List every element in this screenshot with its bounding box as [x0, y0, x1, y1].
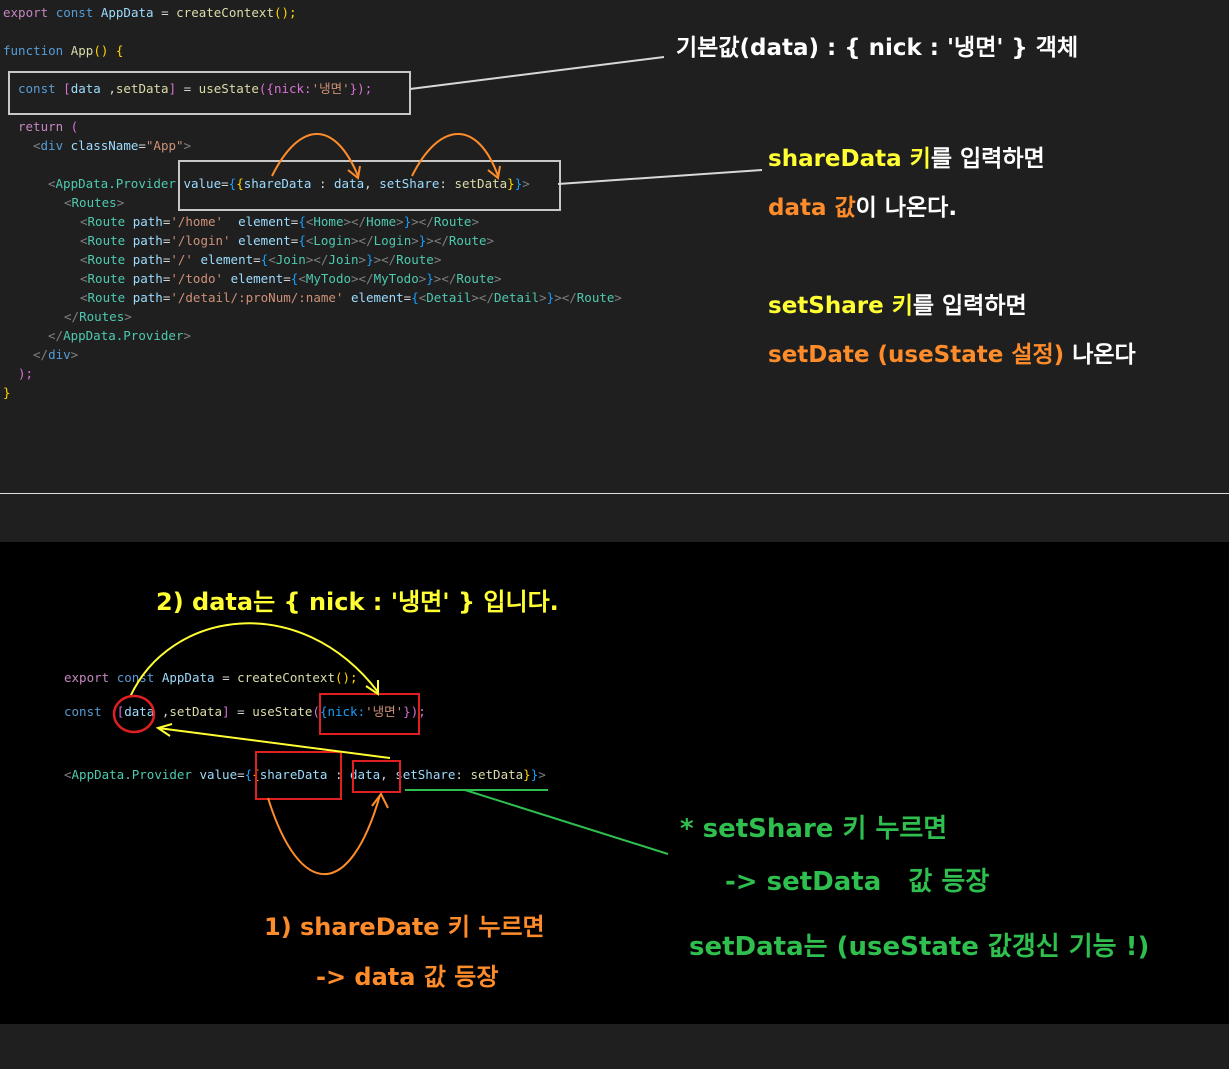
tag-div-close: div	[48, 347, 71, 362]
keyword-export: export	[3, 5, 49, 20]
route-line: <Route path='/login' element={<Login></L…	[80, 233, 495, 248]
usestate-highlight-box	[8, 71, 411, 115]
var-data: data	[124, 704, 155, 719]
annotation-sharedata-line1: shareData 키를 입력하면	[768, 139, 1045, 173]
annotation-step2: 2) data는 { nick : '냉면' } 입니다.	[156, 588, 559, 616]
route-path: '/login'	[170, 233, 231, 248]
code-line-export: export const AppData = createContext();	[3, 3, 297, 22]
code-line-close-brace: }	[3, 385, 11, 400]
function-usestate: useState	[252, 704, 313, 719]
annotation-setshare-line2: setDate (useState 설정) 나온다	[768, 335, 1136, 369]
annotation-setshare-line1: setShare 키를 입력하면	[768, 286, 1027, 320]
data-highlight-box	[352, 760, 401, 793]
route-component-close: Detail	[493, 290, 540, 305]
code-line-close-provider: </AppData.Provider>	[48, 328, 192, 343]
annotation-sharedata-line2: data 값이 나온다.	[768, 188, 957, 222]
code-line-function: function App() {	[3, 41, 123, 60]
operator-eq: =	[161, 5, 169, 20]
route-path: '/home'	[170, 214, 224, 229]
punct: (	[63, 119, 79, 134]
provider-highlight-box	[178, 160, 561, 211]
keyword-function: function	[3, 43, 64, 58]
annotation-setdata-appears: -> setData 값 등장	[725, 867, 990, 897]
function-createcontext: createContext	[176, 5, 274, 20]
tag-routes: Routes	[71, 195, 117, 210]
function-app: App	[70, 43, 94, 58]
route-component-close: Join	[328, 252, 359, 267]
route-component: Join	[275, 252, 306, 267]
var-setdata: setData	[470, 767, 524, 782]
operator-eq: =	[222, 670, 230, 685]
code-line-return: return (	[18, 117, 78, 136]
identifier-appdata: AppData	[100, 5, 154, 20]
bottom-code-line-export: export const AppData = createContext();	[64, 668, 358, 687]
route-component: Detail	[426, 290, 472, 305]
key-setshare: setShare	[395, 767, 456, 782]
route-line: <Route path='/home' element={<Home></Hom…	[80, 214, 479, 229]
tag-provider-close: AppData.Provider	[63, 328, 184, 343]
tag-provider: AppData.Provider	[71, 767, 192, 782]
annotation-setdate-value: setDate (useState 설정)	[768, 342, 1065, 368]
attr-value: value	[199, 767, 238, 782]
annotation-setshare-press: * setShare 키 누르면	[680, 814, 948, 844]
route-component-close: Home	[366, 214, 397, 229]
keyword-const: const	[116, 670, 155, 685]
string-app: "App"	[145, 138, 184, 153]
route-path: '/todo'	[170, 271, 224, 286]
punct: () {	[93, 43, 124, 58]
tag-div: div	[40, 138, 64, 153]
keyword-const: const	[55, 5, 94, 20]
tag-routes-close: Routes	[79, 309, 125, 324]
annotation-setdate-text: 나온다	[1064, 342, 1136, 368]
route-component: MyTodo	[305, 271, 351, 286]
footer-panel	[0, 1024, 1229, 1069]
route-component: Home	[313, 214, 344, 229]
route-path: '/'	[170, 252, 193, 267]
annotation-step1-line2: -> data 값 등장	[316, 963, 499, 991]
code-line-close-routes: </Routes>	[64, 309, 132, 324]
value-highlight-box	[319, 693, 420, 735]
punct: ();	[334, 670, 358, 685]
annotation-data-value: data 값	[768, 195, 856, 221]
annotation-setshare-key: setShare 키	[768, 293, 913, 319]
route-line: <Route path='/todo' element={<MyTodo></M…	[80, 271, 502, 286]
route-line: <Route path='/detail/:proNum/:name' elem…	[80, 290, 622, 305]
keyword-return: return	[18, 119, 64, 134]
code-line-routes: <Routes>	[64, 195, 125, 210]
code-line-div: <div className="App">	[33, 138, 192, 153]
route-line: <Route path='/' element={<Join></Join>}>…	[80, 252, 442, 267]
annotation-sharedata-text: 를 입력하면	[930, 146, 1045, 172]
sharedata-highlight-box	[255, 751, 342, 800]
tag-provider: AppData.Provider	[55, 176, 176, 191]
code-line-close-div: </div>	[33, 347, 79, 362]
annotation-data-text: 이 나온다.	[855, 195, 958, 221]
punct: ();	[273, 5, 297, 20]
annotation-sharedata-key: shareData 키	[768, 146, 931, 172]
code-line-close-paren: );	[18, 366, 34, 381]
var-setdata: setData	[169, 704, 223, 719]
route-component-close: MyTodo	[373, 271, 419, 286]
annotation-setdata-function: setData는 (useState 값갱신 기능 !)	[689, 932, 1150, 962]
route-path: '/detail/:proNum/:name'	[170, 290, 344, 305]
function-createcontext: createContext	[237, 670, 335, 685]
annotation-setshare-text: 를 입력하면	[912, 293, 1027, 319]
identifier-appdata: AppData	[161, 670, 215, 685]
keyword-export: export	[64, 670, 110, 685]
gap-panel	[0, 494, 1229, 542]
annotation-default-value: 기본값(data) : { nick : '냉면' } 객체	[676, 35, 1079, 61]
attr-classname: className	[70, 138, 139, 153]
route-component-close: Login	[373, 233, 412, 248]
keyword-const: const	[64, 704, 102, 719]
route-component: Login	[313, 233, 352, 248]
annotation-step1-line1: 1) shareDate 키 누르면	[264, 913, 545, 941]
